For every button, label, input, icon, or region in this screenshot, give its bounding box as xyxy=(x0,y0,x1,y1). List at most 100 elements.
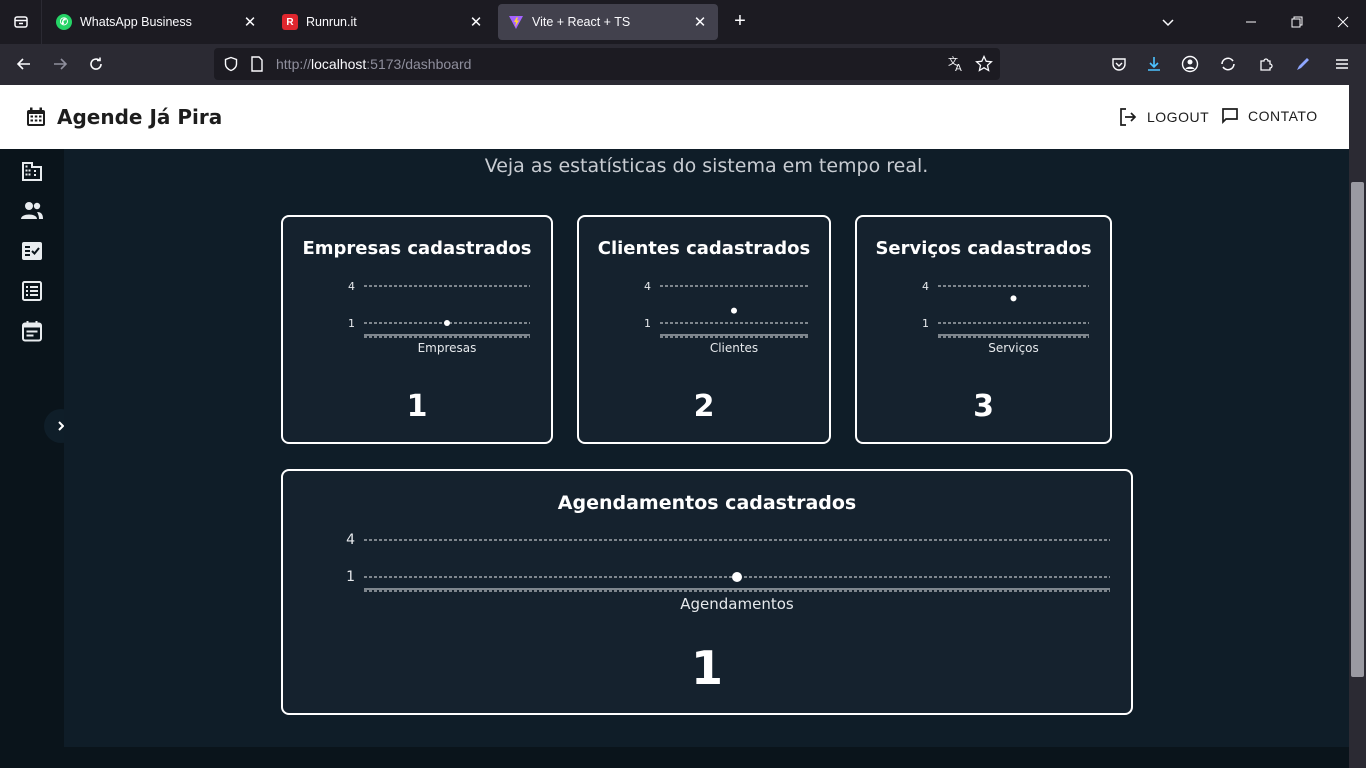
close-tab-icon[interactable]: ✕ xyxy=(692,13,708,31)
close-tab-icon[interactable]: ✕ xyxy=(242,13,258,31)
page-footer-strip xyxy=(0,747,1349,768)
card-value: 1 xyxy=(406,389,428,424)
data-point xyxy=(444,320,450,326)
tab-title: WhatsApp Business xyxy=(80,15,192,29)
page-icon xyxy=(251,56,263,72)
sidebar-item-empresas[interactable] xyxy=(20,159,44,183)
card-value: 1 xyxy=(690,641,723,695)
account-button[interactable] xyxy=(1175,50,1205,78)
sidebar-item-clientes[interactable] xyxy=(20,199,44,223)
data-point xyxy=(732,572,742,582)
hamburger-icon xyxy=(1336,59,1348,69)
y-tick-label: 1 xyxy=(348,317,355,330)
sidebar xyxy=(0,149,64,768)
tab-list-icon xyxy=(13,16,28,28)
clientes-card: Clientes cadastrados 1 4 Clientes 2 xyxy=(577,215,831,444)
close-tab-icon[interactable]: ✕ xyxy=(468,13,484,31)
downloads-button[interactable] xyxy=(1139,50,1169,78)
new-tab-button[interactable]: + xyxy=(728,10,752,34)
dashboard-main: Veja as estatísticas do sistema em tempo… xyxy=(64,149,1349,747)
pen-extension-button[interactable] xyxy=(1288,50,1318,78)
logout-button[interactable]: LOGOUT xyxy=(1118,107,1209,127)
pocket-button[interactable] xyxy=(1104,50,1134,78)
pen-icon xyxy=(1297,58,1309,70)
chevron-down-icon xyxy=(1162,19,1174,27)
tab-runrun[interactable]: R Runrun.it ✕ xyxy=(272,4,494,40)
logout-label: LOGOUT xyxy=(1147,109,1210,125)
checklist-icon xyxy=(22,242,42,260)
address-bar[interactable]: http://localhost:5173/dashboard 文A xyxy=(214,48,1000,80)
close-icon xyxy=(1337,16,1349,28)
arrow-right-icon xyxy=(54,58,68,70)
brand-name: Agende Já Pira xyxy=(57,105,223,129)
card-value: 3 xyxy=(973,389,994,424)
empresas-card: Empresas cadastrados 1 4 Empresas 1 xyxy=(281,215,553,444)
reload-button[interactable] xyxy=(81,50,111,78)
list-icon xyxy=(22,281,42,301)
x-axis-label: Empresas xyxy=(418,341,477,355)
y-tick-label: 4 xyxy=(644,280,651,293)
extensions-button[interactable] xyxy=(1251,50,1281,78)
tab-whatsapp[interactable]: ✆ WhatsApp Business ✕ xyxy=(46,4,268,40)
close-window-button[interactable] xyxy=(1320,0,1366,44)
sync-button[interactable] xyxy=(1213,50,1243,78)
x-axis-label: Serviços xyxy=(988,341,1039,355)
runrun-icon: R xyxy=(282,14,298,30)
scrollbar-thumb[interactable] xyxy=(1351,182,1364,677)
x-axis-label: Clientes xyxy=(710,341,758,355)
logout-icon xyxy=(1120,108,1137,126)
reload-icon xyxy=(90,57,102,70)
minimize-button[interactable] xyxy=(1228,0,1274,44)
back-button[interactable] xyxy=(9,50,39,78)
tab-overview-button[interactable] xyxy=(0,0,42,44)
minimize-icon xyxy=(1246,21,1256,23)
restore-icon xyxy=(1291,16,1303,28)
translate-icon[interactable]: 文A xyxy=(947,55,965,73)
y-tick-label: 4 xyxy=(346,532,355,548)
contact-button[interactable]: CONTATO xyxy=(1221,107,1318,125)
app-header: Agende Já Pira LOGOUT CONTATO xyxy=(0,85,1349,149)
event-note-icon xyxy=(22,321,42,342)
sidebar-item-servicos[interactable] xyxy=(20,239,44,263)
forward-button[interactable] xyxy=(45,50,75,78)
arrow-left-icon xyxy=(16,58,30,70)
app-viewport: Agende Já Pira LOGOUT CONTATO Veja as es… xyxy=(0,85,1349,768)
page-scrollbar[interactable] xyxy=(1349,85,1366,768)
y-tick-label: 4 xyxy=(922,280,929,293)
tab-title: Vite + React + TS xyxy=(532,15,631,29)
tab-title: Runrun.it xyxy=(306,15,357,29)
contact-label: CONTATO xyxy=(1248,108,1318,124)
calendar-icon xyxy=(27,107,45,126)
page-subtitle: Veja as estatísticas do sistema em tempo… xyxy=(484,155,929,177)
whatsapp-icon: ✆ xyxy=(56,14,72,30)
vite-icon xyxy=(508,14,524,30)
y-tick-label: 1 xyxy=(346,569,355,585)
tab-vite[interactable]: Vite + React + TS ✕ xyxy=(498,4,718,40)
restore-button[interactable] xyxy=(1274,0,1320,44)
tab-list-dropdown[interactable] xyxy=(1145,0,1191,44)
pocket-icon xyxy=(1112,58,1126,71)
shield-icon xyxy=(224,56,238,72)
x-axis-label: Agendamentos xyxy=(680,595,794,613)
sidebar-item-lista[interactable] xyxy=(20,279,44,303)
browser-tab-bar: ✆ WhatsApp Business ✕ R Runrun.it ✕ Vite… xyxy=(0,0,1366,44)
svg-text:A: A xyxy=(955,63,962,73)
account-icon xyxy=(1181,55,1199,73)
menu-button[interactable] xyxy=(1327,50,1357,78)
brand[interactable]: Agende Já Pira xyxy=(25,105,222,129)
bookmark-star-icon[interactable] xyxy=(975,55,993,73)
agendamentos-card: Agendamentos cadastrados 1 4 Agendamentos … xyxy=(281,469,1133,715)
puzzle-icon xyxy=(1260,58,1273,71)
y-tick-label: 1 xyxy=(644,317,651,330)
url-text: http://localhost:5173/dashboard xyxy=(276,56,472,72)
download-icon xyxy=(1148,57,1160,71)
people-icon xyxy=(21,202,43,219)
y-tick-label: 4 xyxy=(348,280,355,293)
sync-icon xyxy=(1221,57,1235,71)
sidebar-item-agendamentos[interactable] xyxy=(20,319,44,343)
building-icon xyxy=(22,162,42,181)
data-point xyxy=(731,307,737,314)
card-value: 2 xyxy=(693,389,715,424)
data-point xyxy=(1010,295,1017,302)
servicos-card: Serviços cadastrados 1 4 Serviços 3 xyxy=(855,215,1112,444)
